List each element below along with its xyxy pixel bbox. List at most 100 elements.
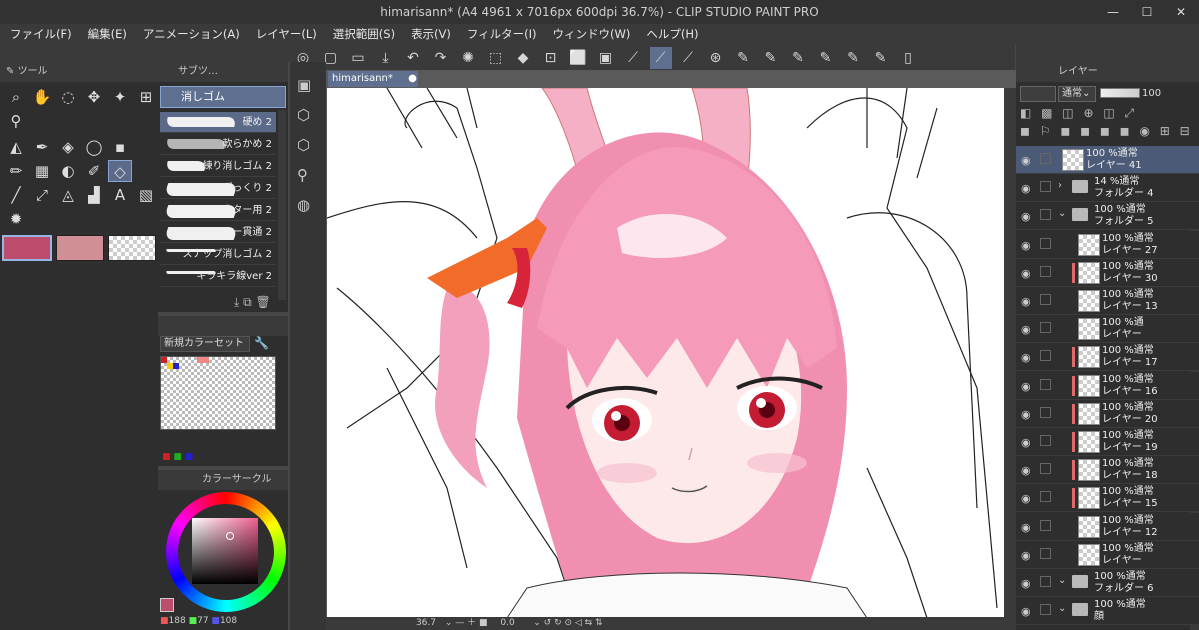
layer-row[interactable]: ◉ 100 %通常 レイヤー 30 [1016, 258, 1199, 287]
minimize-button[interactable]: — [1096, 0, 1130, 24]
layer-row[interactable]: ◉ 100 %通常 レイヤー 18 [1016, 456, 1199, 485]
smartphone-icon[interactable]: ▯ [897, 47, 919, 69]
opacity-value[interactable]: 100 [1142, 86, 1176, 102]
zoom-value[interactable]: 36.7 [396, 617, 436, 630]
layer-row[interactable]: ◉ 100 %通常 レイヤー 17 [1016, 343, 1199, 372]
color-chip[interactable] [197, 357, 209, 363]
layer-lock-checkbox[interactable] [1040, 519, 1051, 531]
layer-row[interactable]: ◉ 100 %通常 レイヤー 19 [1016, 428, 1199, 456]
hand-tool-icon[interactable]: ✋ [30, 86, 54, 108]
menu-selection[interactable]: 選択範囲(S) [323, 24, 401, 44]
visibility-eye-icon[interactable]: ◉ [1021, 295, 1031, 308]
menu-filter[interactable]: フィルター(I) [457, 24, 543, 44]
brush-item-rough[interactable]: ざっくり 2 [160, 178, 276, 199]
layer-row[interactable]: ◉ 100 %通常 レイヤー 16 [1016, 371, 1199, 400]
opacity-slider[interactable] [1100, 88, 1140, 98]
text-tool-icon[interactable]: A [108, 184, 132, 206]
visibility-eye-icon[interactable]: ◉ [1021, 549, 1031, 562]
navigator-icons[interactable]: ▣ ⬡ ⬡ ⚲ ◍ [297, 70, 326, 220]
layer-lock-checkbox[interactable] [1040, 491, 1051, 503]
rotate-tool-icon[interactable]: ◌ [56, 86, 80, 108]
object-tool-icon[interactable]: ⊞ [134, 86, 158, 108]
sub-tool-group-eraser[interactable]: 消しゴム [160, 86, 286, 108]
rotation-value[interactable]: 0.0 [500, 617, 530, 630]
layer-lock-checkbox[interactable] [1040, 265, 1051, 277]
layer-property-icons[interactable]: ◧ ▩ ◫ ⊕ ◫ ⤢ ◼ ⚐ ◼ ◼ ◼ ◼ ◉ ⊞ ⊟ [1020, 104, 1194, 144]
color-set-settings-icon[interactable]: 🔧 [254, 336, 269, 350]
layer-lock-checkbox[interactable] [1040, 350, 1051, 362]
layer-lock-checkbox[interactable] [1040, 406, 1051, 418]
brush-item-through-layer[interactable]: レイヤー貫通 2 [160, 222, 276, 243]
layer-lock-checkbox[interactable] [1040, 576, 1051, 587]
chevron-down-icon[interactable]: ⌄ [1058, 575, 1066, 586]
brush-item-hard[interactable]: 硬め 2 [160, 112, 276, 133]
layer-row[interactable]: ◉ 100 %通常 レイヤー 41 [1016, 146, 1199, 174]
correction-icon[interactable]: ⊛ [705, 47, 727, 69]
visibility-eye-icon[interactable]: ◉ [1021, 323, 1031, 336]
visibility-eye-icon[interactable]: ◉ [1021, 577, 1031, 590]
visibility-eye-icon[interactable]: ◉ [1021, 380, 1031, 393]
clear-outside-icon[interactable]: ⬚ [485, 47, 507, 69]
sub-color-swatch[interactable] [56, 235, 104, 261]
visibility-eye-icon[interactable]: ◉ [1021, 521, 1031, 534]
color-chip[interactable] [173, 363, 179, 369]
canvas-vertical-scrollbar[interactable] [1004, 88, 1016, 618]
pencil-tool-icon[interactable]: ✏ [4, 160, 28, 182]
layer-row[interactable]: ◉ 100 %通常 レイヤー 27 [1016, 230, 1199, 259]
visibility-eye-icon[interactable]: ◉ [1021, 492, 1031, 505]
layer-row[interactable]: ◉ 100 %通常 レイヤー 15 [1016, 484, 1199, 513]
chevron-down-icon[interactable]: ⌄ [1058, 603, 1066, 614]
airbrush-tool-icon[interactable]: ◐ [56, 160, 80, 182]
saturation-value-square[interactable] [192, 518, 258, 584]
brush-item-sparkle[interactable]: キラキラ線ver 2 [160, 266, 276, 287]
redo-icon[interactable]: ↷ [430, 47, 452, 69]
fill-icon[interactable]: ◆ [512, 47, 534, 69]
correction-tool-icon[interactable]: ◬ [56, 184, 80, 206]
pen-preset-2-icon[interactable]: ✎ [760, 47, 782, 69]
brush-item-soft[interactable]: 軟らかめ 2 [160, 134, 276, 155]
blend-mode-select[interactable]: 通常⌄ [1058, 86, 1096, 102]
save-icon[interactable]: ⤓ [375, 47, 397, 69]
pen-preset-3-icon[interactable]: ✎ [787, 47, 809, 69]
visibility-eye-icon[interactable]: ◉ [1021, 210, 1031, 223]
deselect-icon[interactable]: ⬜ [567, 47, 589, 69]
zoom-tool-icon[interactable]: ⌕ [4, 86, 28, 108]
lasso-tool-icon[interactable]: ◯ [82, 136, 106, 158]
document-tab[interactable]: himarisann* ● [328, 71, 418, 87]
menu-help[interactable]: ヘルプ(H) [636, 24, 704, 44]
menu-view[interactable]: 表示(V) [401, 24, 457, 44]
menu-edit[interactable]: 編集(E) [78, 24, 133, 44]
layer-lock-checkbox[interactable] [1040, 378, 1051, 390]
pen-preset-6-icon[interactable]: ✎ [870, 47, 892, 69]
layer-row[interactable]: ◉ 100 %通 レイヤー [1016, 315, 1199, 344]
invert-selection-icon[interactable]: ▣ [595, 47, 617, 69]
zoom-controls-icon[interactable]: ⌄ — ＋ ■ [445, 618, 488, 628]
menu-file[interactable]: ファイル(F) [0, 24, 78, 44]
layer-row[interactable]: ◉ 100 %通常 レイヤー 12 [1016, 512, 1199, 541]
sparkle-tool-icon[interactable]: ✹ [4, 208, 28, 230]
layer-lock-checkbox[interactable] [1040, 463, 1051, 475]
canvas-artwork[interactable] [327, 88, 1004, 618]
layer-row[interactable]: ◉ ⌄ 100 %通常 フォルダー 5 [1016, 202, 1199, 231]
color-picker-handle[interactable] [226, 532, 234, 540]
visibility-eye-icon[interactable]: ◉ [1021, 351, 1031, 364]
layer-lock-checkbox[interactable] [1040, 322, 1051, 334]
fill-tool-icon[interactable]: ◭ [4, 136, 28, 158]
sub-tool-tab[interactable]: サブツ… [158, 62, 288, 82]
visibility-eye-icon[interactable]: ◉ [1021, 605, 1031, 618]
pen-preset-1-icon[interactable]: ✎ [732, 47, 754, 69]
gradient-tool-icon[interactable]: ▧ [134, 184, 158, 206]
open-file-icon[interactable]: ▭ [347, 47, 369, 69]
visibility-eye-icon[interactable]: ◉ [1021, 436, 1031, 449]
layer-lock-checkbox[interactable] [1040, 209, 1051, 221]
layer-row[interactable]: ◉ › 14 %通常 フォルダー 4 [1016, 174, 1199, 203]
snap-ruler-icon[interactable]: ⟋ [622, 47, 644, 69]
color-set-select[interactable]: 新規カラーセット ⌄ [160, 336, 250, 363]
visibility-eye-icon[interactable]: ◉ [1021, 267, 1031, 280]
layer-lock-checkbox[interactable] [1040, 294, 1051, 305]
chevron-down-icon[interactable]: ⌄ [1058, 208, 1066, 219]
close-button[interactable]: ✕ [1164, 0, 1198, 24]
maximize-button[interactable]: ☐ [1130, 0, 1164, 24]
layer-lock-checkbox[interactable] [1040, 153, 1051, 164]
brush-item-snap[interactable]: スナップ消しゴム 2 [160, 244, 276, 265]
